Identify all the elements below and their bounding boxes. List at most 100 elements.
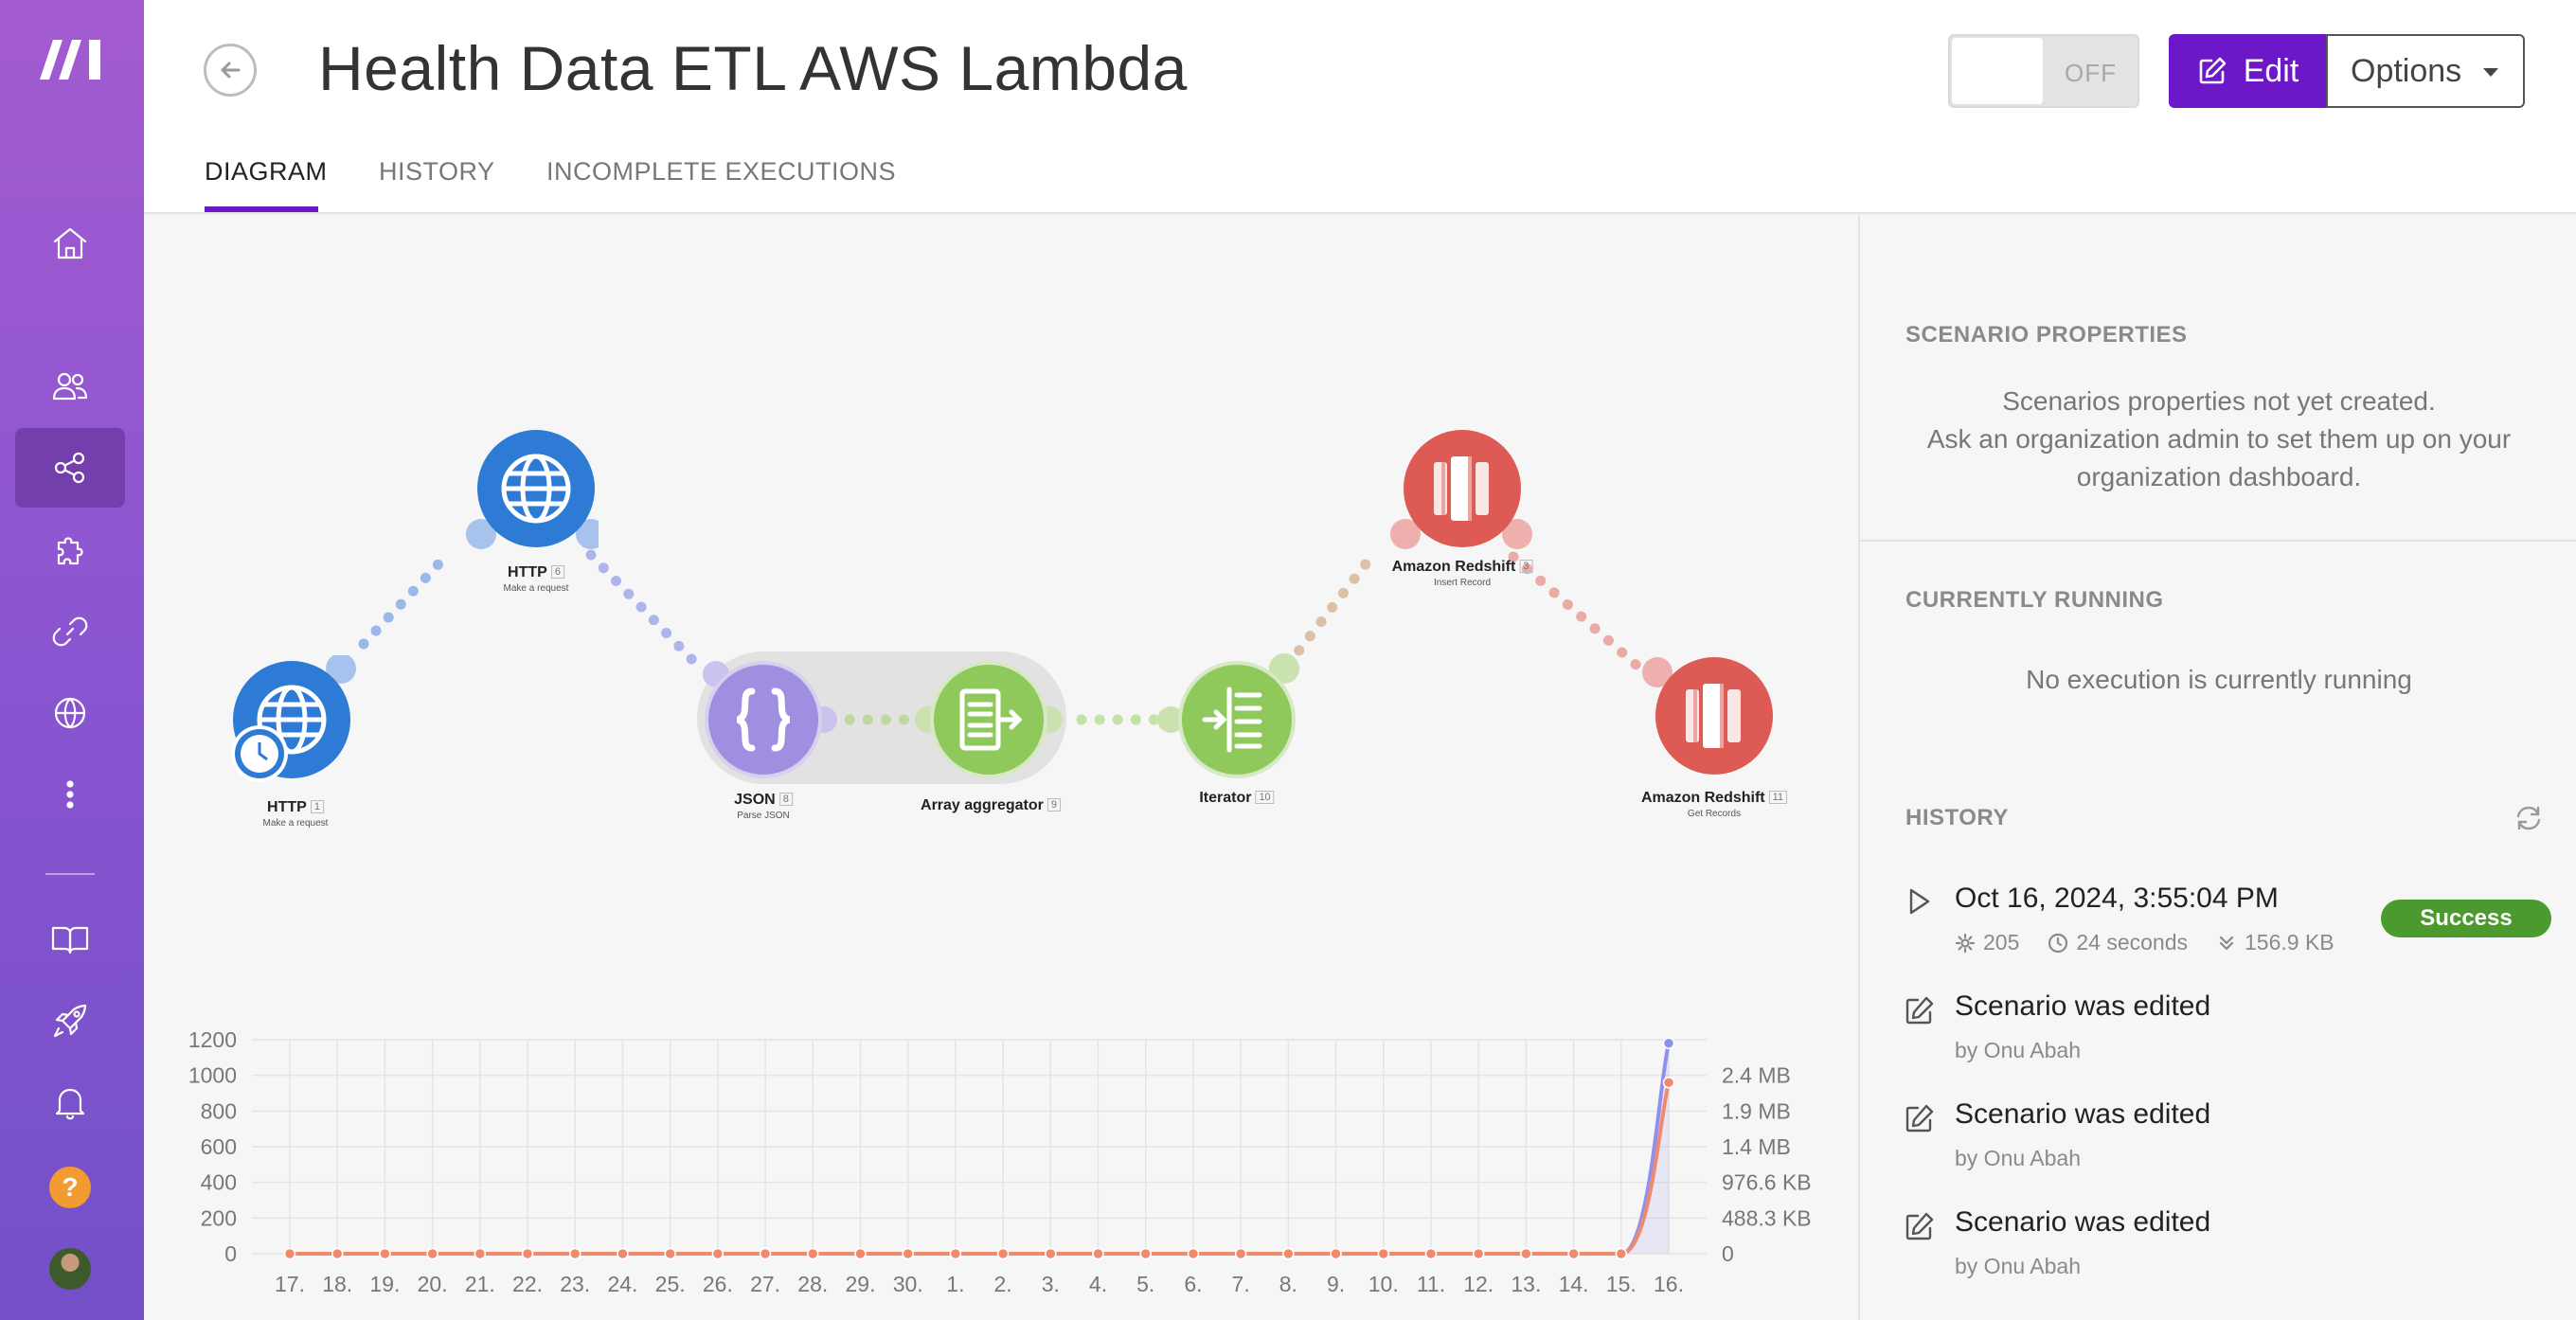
scenario-properties-text-1: Scenarios properties not yet created. xyxy=(2002,386,2436,416)
chart-point xyxy=(759,1247,772,1260)
chart-x-tick: 27. xyxy=(750,1272,780,1296)
chart-point xyxy=(568,1247,581,1260)
scenario-side-panel: SCENARIO PROPERTIES Scenarios properties… xyxy=(1858,214,2576,1320)
chart-y2-tick: 2.4 MB xyxy=(1722,1063,1791,1088)
section-divider xyxy=(1860,540,2576,542)
duration: 24 seconds xyxy=(2076,930,2189,954)
chart-x-tick: 13. xyxy=(1511,1272,1541,1296)
data-size: 156.9 KB xyxy=(2245,930,2334,954)
history-item-meta: 205 24 seconds 156.9 KB xyxy=(1955,930,2334,955)
chart-x-tick: 9. xyxy=(1327,1272,1345,1296)
history-item-author: by Onu Abah xyxy=(1955,1038,2081,1062)
chart-point xyxy=(1472,1247,1485,1260)
history-item-author: by Onu Abah xyxy=(1955,1254,2081,1278)
edit-button[interactable]: Edit xyxy=(2169,34,2326,108)
gear-icon xyxy=(1955,933,1976,953)
chart-y-tick: 600 xyxy=(201,1134,237,1159)
sidebar-item-more[interactable] xyxy=(15,755,125,834)
globe-icon xyxy=(54,697,86,729)
chart-x-tick: 28. xyxy=(797,1272,828,1296)
make-logo-icon[interactable] xyxy=(36,34,108,83)
bell-icon xyxy=(55,1088,85,1120)
tab-history[interactable]: HISTORY xyxy=(379,157,495,187)
chart-y2-tick: 488.3 KB xyxy=(1722,1205,1812,1230)
avatar[interactable] xyxy=(49,1248,91,1290)
sidebar-item-whats-new[interactable] xyxy=(15,981,125,1061)
sidebar-item-docs[interactable] xyxy=(15,900,125,979)
toggle-knob xyxy=(1952,38,2043,104)
chart-point xyxy=(283,1247,296,1260)
chart-x-tick: 25. xyxy=(655,1272,686,1296)
chart-x-tick: 26. xyxy=(703,1272,733,1296)
sidebar-item-apps[interactable] xyxy=(15,510,125,590)
chart-point xyxy=(1520,1247,1532,1260)
history-item-title: Scenario was edited xyxy=(1955,990,2211,1022)
share-icon xyxy=(54,452,85,484)
chart-y-tick: 400 xyxy=(201,1170,237,1195)
chart-y2-tick: 976.6 KB xyxy=(1722,1170,1812,1195)
clock-icon xyxy=(2048,933,2068,953)
chart-x-tick: 22. xyxy=(512,1272,543,1296)
chart-series-line xyxy=(290,1081,1671,1256)
chart-x-tick: 4. xyxy=(1089,1272,1107,1296)
back-button[interactable] xyxy=(204,44,257,97)
chart-point xyxy=(807,1247,819,1260)
chart-y2-tick: 0 xyxy=(1722,1241,1734,1266)
rocket-icon xyxy=(53,1004,87,1038)
chart-y-tick: 1200 xyxy=(188,1027,237,1052)
sidebar-item-scenarios[interactable] xyxy=(15,428,125,508)
chart-point xyxy=(617,1247,629,1260)
chart-point xyxy=(854,1247,867,1260)
scenario-toggle[interactable]: OFF xyxy=(1948,34,2139,108)
chart-y-tick: 200 xyxy=(201,1205,237,1230)
chart-x-tick: 5. xyxy=(1136,1272,1154,1296)
sidebar-item-home[interactable] xyxy=(15,204,125,283)
chart-x-tick: 17. xyxy=(275,1272,305,1296)
chart-point xyxy=(1662,1076,1675,1089)
edit-icon xyxy=(1902,1102,1938,1138)
chart-x-tick: 16. xyxy=(1654,1272,1684,1296)
chart-point xyxy=(664,1247,676,1260)
tab-incomplete-executions[interactable]: INCOMPLETE EXECUTIONS xyxy=(546,157,896,187)
book-icon xyxy=(51,926,89,954)
edit-icon xyxy=(1902,994,1938,1030)
help-icon[interactable]: ? xyxy=(49,1167,91,1208)
scenario-properties-text-2: Ask an organization admin to set them up… xyxy=(1926,424,2512,454)
puzzle-icon xyxy=(57,537,83,565)
chevron-down-icon xyxy=(2483,68,2498,77)
tab-diagram[interactable]: DIAGRAM xyxy=(205,157,328,187)
history-item-author: by Onu Abah xyxy=(1955,1146,2081,1170)
chart-point xyxy=(1377,1247,1390,1260)
chart-y-tick: 1000 xyxy=(188,1063,237,1088)
chart-point xyxy=(1282,1247,1295,1260)
chart-x-tick: 8. xyxy=(1279,1272,1297,1296)
history-item-edit[interactable]: Scenario was edited by Onu Abah xyxy=(1902,990,2555,1076)
chart-x-tick: 1. xyxy=(946,1272,964,1296)
chart-point xyxy=(1092,1247,1104,1260)
chart-point xyxy=(1615,1247,1628,1260)
diagram-canvas[interactable]: HTTP 1 Make a request HTTP 6 Make a reques… xyxy=(144,214,1858,1320)
chart-y2-tick: 1.9 MB xyxy=(1722,1098,1791,1123)
play-icon xyxy=(1902,884,1938,920)
history-item-edit[interactable]: Scenario was edited by Onu Abah xyxy=(1902,1206,2555,1292)
options-dropdown[interactable]: Options xyxy=(2326,34,2525,108)
chart-x-tick: 19. xyxy=(369,1272,400,1296)
refresh-button[interactable] xyxy=(2513,803,2544,833)
chart-point xyxy=(1045,1247,1057,1260)
chart-point xyxy=(331,1247,344,1260)
sidebar-item-team[interactable] xyxy=(15,347,125,426)
chart-point xyxy=(474,1247,487,1260)
sidebar-item-notifications[interactable] xyxy=(15,1062,125,1142)
operations-count: 205 xyxy=(1983,930,2020,954)
chart-point xyxy=(711,1247,724,1260)
history-item-edit[interactable]: Scenario was edited by Onu Abah xyxy=(1902,1098,2555,1184)
history-item-run[interactable]: Oct 16, 2024, 3:55:04 PM 205 24 seconds … xyxy=(1902,877,2555,972)
sidebar-item-webhooks[interactable] xyxy=(15,673,125,753)
page-title: Health Data ETL AWS Lambda xyxy=(318,33,1188,103)
scenario-properties-text-3: organization dashboard. xyxy=(2076,462,2362,491)
sidebar-item-connections[interactable] xyxy=(15,592,125,671)
chart-point xyxy=(1330,1247,1342,1260)
edit-button-label: Edit xyxy=(2243,52,2299,89)
chart-point xyxy=(1234,1247,1247,1260)
chart-point xyxy=(1139,1247,1152,1260)
